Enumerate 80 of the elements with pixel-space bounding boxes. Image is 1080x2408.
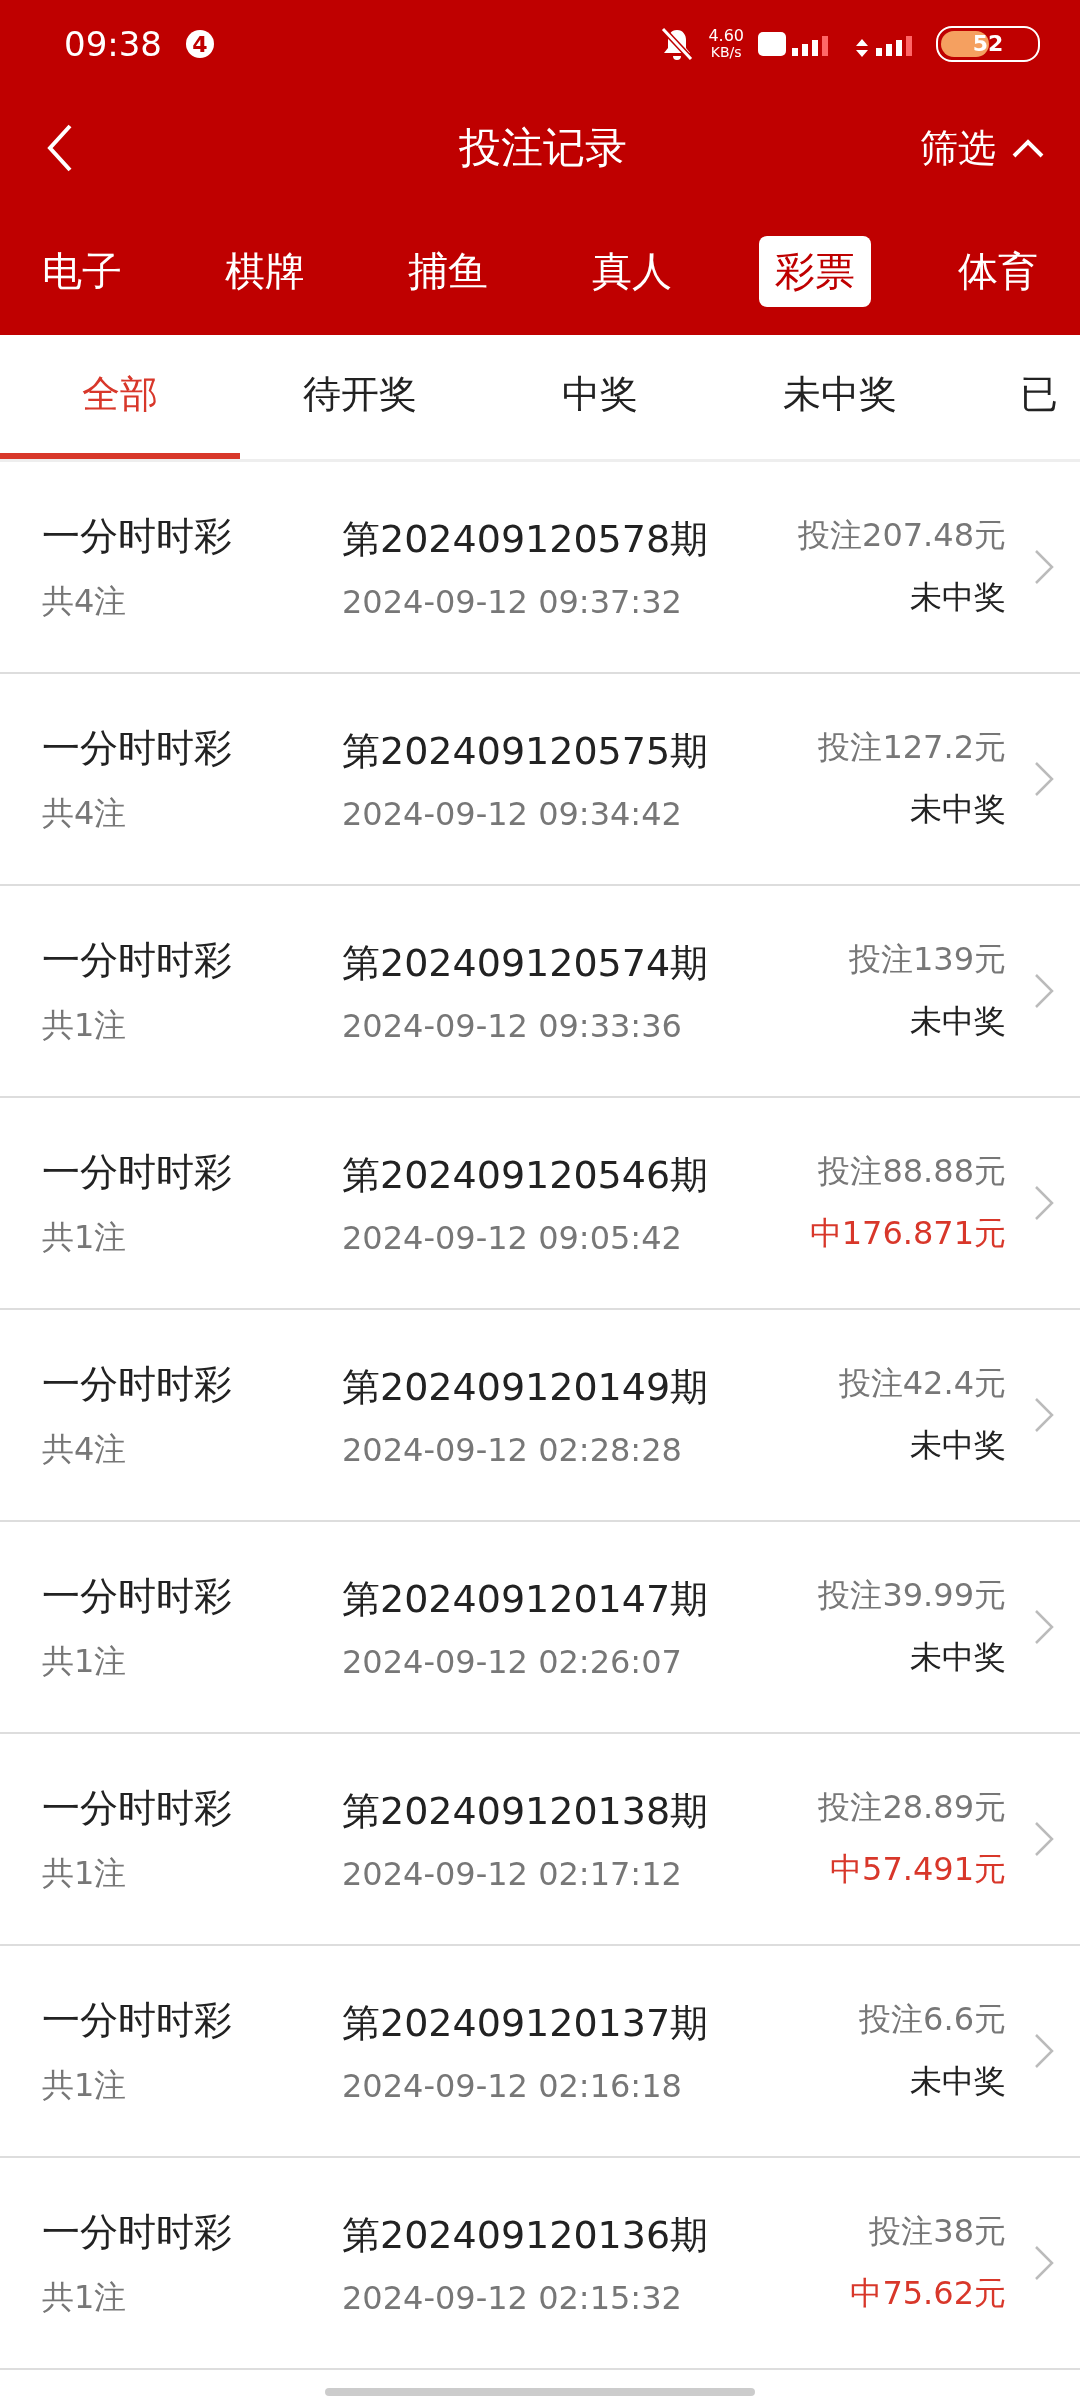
notification-count: 4 — [186, 30, 214, 58]
bet-count: 共4注 — [42, 792, 128, 834]
bet-time: 2024-09-12 02:15:32 — [342, 2278, 683, 2317]
bet-count: 共1注 — [42, 2276, 128, 2318]
bet-record-row[interactable]: 一分时时彩 共1注 第202409120137期 2024-09-12 02:16:18 投注6.6元 未中奖 — [0, 1946, 1080, 2158]
bet-time: 2024-09-12 02:17:12 — [342, 1854, 683, 1893]
category-tab[interactable]: 棋牌 — [209, 236, 322, 307]
filter-tab[interactable]: 未中奖 — [720, 335, 960, 459]
bet-result: 中57.491元 — [830, 1849, 1006, 1890]
bet-record-row[interactable]: 一分时时彩 共1注 第202409120147期 2024-09-12 02:26:07 投注39.99元 未中奖 — [0, 1522, 1080, 1734]
period-number: 第202409120149期 — [342, 1363, 710, 1411]
page-title: 投注记录 — [459, 122, 627, 174]
period-number: 第202409120578期 — [342, 515, 710, 563]
bet-record-row[interactable]: 一分时时彩 共1注 第202409120574期 2024-09-12 09:33:36 投注139元 未中奖 — [0, 886, 1080, 1098]
bet-count: 共1注 — [42, 1216, 128, 1258]
bet-count: 共1注 — [42, 1640, 128, 1682]
filter-tab[interactable]: 全部 — [0, 335, 240, 459]
period-number: 第202409120138期 — [342, 1787, 710, 1835]
bet-count: 共1注 — [42, 1004, 128, 1046]
period-number: 第202409120575期 — [342, 727, 710, 775]
filter-tab[interactable]: 中奖 — [480, 335, 720, 459]
bet-amount: 投注6.6元 — [859, 1999, 1006, 2040]
bet-result: 中75.62元 — [850, 2273, 1006, 2314]
bet-amount: 投注207.48元 — [798, 515, 1006, 556]
bet-count: 共4注 — [42, 580, 128, 622]
status-time: 09:38 — [64, 24, 162, 64]
category-tab[interactable]: 电子 — [26, 236, 138, 307]
period-number: 第202409120137期 — [342, 1999, 710, 2047]
bet-record-row[interactable]: 一分时时彩 共4注 第202409120575期 2024-09-12 09:34:42 投注127.2元 未中奖 — [0, 674, 1080, 886]
bet-count: 共1注 — [42, 2064, 128, 2106]
game-name: 一分时时彩 — [42, 1784, 233, 1832]
bet-time: 2024-09-12 09:33:36 — [342, 1006, 683, 1045]
bet-time: 2024-09-12 09:37:32 — [342, 582, 683, 621]
bet-amount: 投注139元 — [848, 939, 1006, 980]
bet-record-row[interactable]: 一分时时彩 共4注 第202409120578期 2024-09-12 09:37:32 投注207.48元 未中奖 — [0, 462, 1080, 674]
game-name: 一分时时彩 — [42, 936, 233, 984]
bet-time: 2024-09-12 09:34:42 — [342, 794, 683, 833]
period-number: 第202409120136期 — [342, 2211, 710, 2259]
game-name: 一分时时彩 — [42, 724, 233, 772]
bet-time: 2024-09-12 02:16:18 — [342, 2066, 683, 2105]
bet-time: 2024-09-12 09:05:42 — [342, 1218, 683, 1257]
bet-amount: 投注39.99元 — [818, 1575, 1006, 1616]
network-speed: 4.60 KB/s — [708, 27, 744, 61]
bet-result: 未中奖 — [910, 2061, 1006, 2102]
filter-tab[interactable]: 已 — [1020, 335, 1058, 459]
bet-result: 未中奖 — [910, 577, 1006, 618]
bet-count: 共4注 — [42, 1428, 128, 1470]
bet-result: 未中奖 — [910, 1425, 1006, 1466]
muted-bell-icon — [660, 26, 695, 62]
game-name: 一分时时彩 — [42, 2208, 233, 2256]
bet-record-row[interactable]: 一分时时彩 共1注 第202409120138期 2024-09-12 02:17:12 投注28.89元 中57.491元 — [0, 1734, 1080, 1946]
bet-amount: 投注88.88元 — [818, 1151, 1006, 1192]
bet-record-row[interactable]: 一分时时彩 共1注 第202409120546期 2024-09-12 09:05:42 投注88.88元 中176.871元 — [0, 1098, 1080, 1310]
bet-amount: 投注127.2元 — [818, 727, 1006, 768]
period-number: 第202409120574期 — [342, 939, 710, 987]
category-tab[interactable]: 捕鱼 — [392, 236, 505, 307]
filter-tab[interactable]: 待开奖 — [240, 335, 480, 459]
bet-result: 未中奖 — [910, 1637, 1006, 1678]
filter-button[interactable]: 筛选 — [920, 122, 1046, 174]
game-name: 一分时时彩 — [42, 1996, 233, 2044]
bet-count: 共1注 — [42, 1852, 128, 1894]
bet-result: 未中奖 — [910, 1001, 1006, 1042]
bet-amount: 投注28.89元 — [818, 1787, 1006, 1828]
category-tab[interactable]: 彩票 — [758, 236, 871, 307]
period-number: 第202409120147期 — [342, 1575, 710, 1623]
bet-record-row[interactable]: 一分时时彩 共4注 第202409120149期 2024-09-12 02:28:28 投注42.4元 未中奖 — [0, 1310, 1080, 1522]
bet-record-row[interactable]: 一分时时彩 共1注 第202409120136期 2024-09-12 02:15:32 投注38元 中75.62元 — [0, 2158, 1080, 2370]
category-tab[interactable]: 真人 — [575, 236, 688, 307]
game-name: 一分时时彩 — [42, 1572, 233, 1620]
bet-result: 中176.871元 — [809, 1213, 1006, 1254]
game-name: 一分时时彩 — [42, 1148, 233, 1196]
game-name: 一分时时彩 — [42, 1360, 233, 1408]
bet-time: 2024-09-12 02:26:07 — [342, 1642, 683, 1681]
bet-amount: 投注42.4元 — [838, 1363, 1006, 1404]
bet-result: 未中奖 — [910, 789, 1006, 830]
category-tab[interactable]: 体育 — [941, 236, 1054, 307]
period-number: 第202409120546期 — [342, 1151, 710, 1199]
bet-amount: 投注38元 — [869, 2211, 1006, 2252]
game-name: 一分时时彩 — [42, 512, 233, 560]
bet-time: 2024-09-12 02:28:28 — [342, 1430, 683, 1469]
